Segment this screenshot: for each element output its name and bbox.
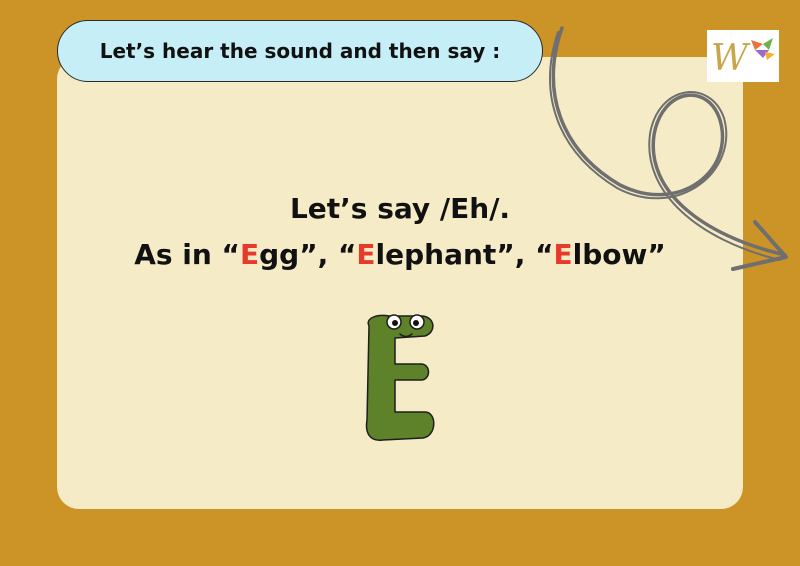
curly-arrow-icon xyxy=(549,26,788,271)
lesson-text: Let’s say /Eh/. As in “Egg”, “Elephant”,… xyxy=(57,186,743,278)
highlight-letter: E xyxy=(239,238,260,271)
highlight-letter: E xyxy=(356,238,376,271)
lesson-line-2: As in “Egg”, “Elephant”, “Elbow” xyxy=(134,238,666,271)
letter-e-character-icon xyxy=(365,314,435,441)
highlight-letter: E xyxy=(553,238,573,271)
lesson-line-1: Let’s say /Eh/. xyxy=(289,192,511,225)
